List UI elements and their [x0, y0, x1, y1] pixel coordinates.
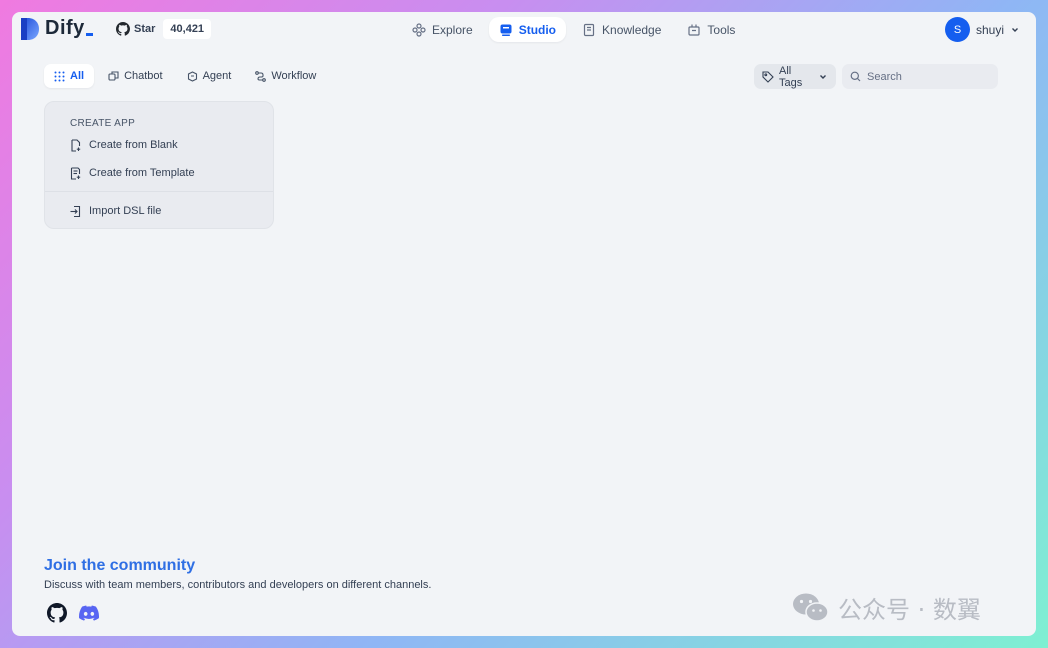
wechat-watermark: 公众号 · 数翼: [792, 590, 981, 625]
create-from-blank-button[interactable]: Create from Blank: [69, 136, 178, 154]
chevron-down-icon[interactable]: [1010, 25, 1020, 35]
template-icon: [69, 166, 82, 180]
chevron-down-icon: [818, 72, 828, 82]
create-from-template-label: Create from Template: [89, 167, 195, 179]
watermark-text: 公众号 · 数翼: [838, 596, 981, 624]
nav-knowledge[interactable]: Knowledge: [572, 17, 671, 42]
create-app-card: CREATE APP Create from Blank Create from…: [44, 101, 274, 229]
import-icon: [69, 205, 82, 218]
search-box[interactable]: [842, 64, 998, 89]
github-icon: [116, 22, 130, 36]
wechat-icon: [792, 592, 830, 624]
tag-icon: [762, 70, 774, 83]
tab-chatbot-label: Chatbot: [124, 70, 163, 82]
dify-logo-icon: [21, 17, 39, 40]
all-tags-filter[interactable]: All Tags: [754, 64, 836, 89]
tab-all-label: All: [70, 70, 85, 82]
user-menu[interactable]: S shuyi: [944, 17, 1020, 42]
app-type-tabs: All Chatbot Agent Workflow: [44, 64, 326, 88]
tab-agent-label: Agent: [202, 70, 232, 82]
chatbot-icon: [108, 70, 119, 82]
dify-logo[interactable]: Dify: [21, 17, 93, 40]
nav-tools[interactable]: Tools: [677, 17, 745, 42]
github-icon[interactable]: [47, 603, 67, 623]
tab-agent[interactable]: Agent: [177, 64, 242, 88]
github-star-label: Star: [134, 23, 156, 35]
tools-icon: [687, 23, 701, 37]
community-links: [47, 603, 99, 623]
create-from-template-button[interactable]: Create from Template: [69, 164, 195, 182]
tab-workflow[interactable]: Workflow: [245, 64, 326, 88]
studio-icon: [499, 23, 513, 37]
community-title: Join the community: [44, 557, 196, 574]
search-icon: [850, 71, 861, 82]
app-window: Dify Star 40,421 Explore Studio Knowledg…: [12, 12, 1036, 636]
explore-icon: [412, 22, 426, 37]
create-app-title: CREATE APP: [70, 118, 136, 129]
nav-explore-label: Explore: [432, 22, 473, 37]
nav-tools-label: Tools: [707, 22, 736, 37]
user-name[interactable]: shuyi: [976, 23, 1004, 37]
nav-studio[interactable]: Studio: [488, 17, 567, 42]
github-star-count[interactable]: 40,421: [163, 19, 212, 39]
agent-icon: [187, 70, 198, 82]
file-plus-icon: [69, 138, 82, 152]
avatar[interactable]: S: [944, 17, 970, 42]
nav-studio-label: Studio: [518, 22, 557, 37]
main-nav: Explore Studio Knowledge Tools: [402, 17, 745, 42]
all-tags-label: All Tags: [779, 64, 803, 89]
top-header: Dify Star 40,421 Explore Studio Knowledg…: [12, 12, 1036, 48]
logo-text: Dify: [45, 17, 93, 40]
create-card-divider: [45, 191, 273, 192]
knowledge-icon: [582, 23, 596, 37]
tab-all[interactable]: All: [44, 64, 95, 88]
tab-workflow-label: Workflow: [271, 70, 317, 82]
nav-explore[interactable]: Explore: [402, 17, 483, 42]
community-description: Discuss with team members, contributors …: [44, 579, 432, 591]
workflow-icon: [255, 70, 267, 82]
nav-knowledge-label: Knowledge: [602, 22, 662, 37]
grid-icon: [54, 71, 65, 82]
import-dsl-button[interactable]: Import DSL file: [69, 202, 161, 220]
search-input[interactable]: [867, 70, 987, 83]
github-star-widget[interactable]: Star 40,421: [112, 19, 212, 39]
create-from-blank-label: Create from Blank: [89, 139, 178, 151]
discord-icon[interactable]: [79, 603, 99, 623]
tab-chatbot[interactable]: Chatbot: [98, 64, 173, 88]
import-dsl-label: Import DSL file: [89, 205, 162, 217]
github-star-button[interactable]: Star: [112, 22, 159, 36]
